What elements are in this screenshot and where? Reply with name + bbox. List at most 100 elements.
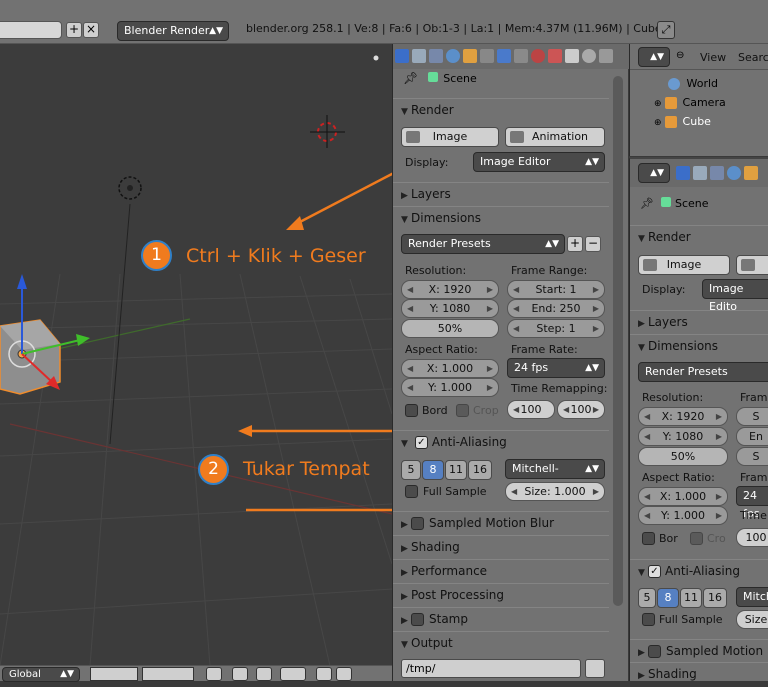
motion-blur-panel-header-2[interactable]: ▶ Sampled Motion B: [630, 639, 768, 661]
motion-blur-checkbox-2[interactable]: [648, 645, 661, 658]
full-sample-checkbox[interactable]: [405, 485, 418, 498]
render-animation-button-2[interactable]: [736, 255, 768, 275]
pivot-icon[interactable]: [280, 667, 306, 681]
aspect-x-field-2[interactable]: ◀ X: 1.000 ▶: [638, 487, 728, 506]
aa-samples-11[interactable]: 11: [445, 460, 467, 480]
outliner-item-camera[interactable]: ⊕ Camera: [654, 96, 726, 109]
aa-samples-16-2[interactable]: 16: [703, 588, 727, 608]
extra-tab-icon[interactable]: [599, 49, 613, 63]
aa-samples-16[interactable]: 16: [468, 460, 492, 480]
render-presets-dropdown[interactable]: Render Presets ▲▼: [401, 234, 565, 254]
render-panel-header-2[interactable]: ▼ Render: [630, 225, 768, 247]
editor-type-dropdown-2[interactable]: ▲▼: [638, 163, 670, 183]
pin-icon[interactable]: 📌︎: [403, 71, 418, 85]
world-tab-icon[interactable]: [446, 49, 460, 63]
anti-aliasing-panel-header[interactable]: ▼ ✓ Anti-Aliasing: [393, 430, 609, 452]
proportional-edit-icon[interactable]: [256, 667, 272, 681]
editor-type-dropdown[interactable]: ▲▼: [638, 47, 670, 67]
render-layers-tab-icon[interactable]: [693, 166, 707, 180]
output-panel-header[interactable]: ▼ Output: [393, 631, 609, 653]
texture-tab-icon[interactable]: [548, 49, 562, 63]
aspect-y-field[interactable]: ◀ Y: 1.000 ▶: [401, 378, 499, 397]
remap-field-2[interactable]: 100: [736, 528, 768, 547]
layers-grid-icon-2[interactable]: [142, 667, 194, 681]
dimensions-panel-header-2[interactable]: ▼ Dimensions: [630, 334, 768, 356]
display-dropdown[interactable]: Image Editor ▲▼: [473, 152, 605, 172]
aa-samples-5[interactable]: 5: [401, 460, 421, 480]
add-preset-button[interactable]: +: [567, 236, 583, 252]
render-presets-dropdown-2[interactable]: Render Presets: [638, 362, 768, 382]
display-dropdown-2[interactable]: Image Edito: [702, 279, 768, 313]
add-scene-button[interactable]: +: [66, 22, 82, 38]
physics-tab-icon[interactable]: [582, 49, 596, 63]
transform-orientation-dropdown[interactable]: Global ▲▼: [2, 667, 80, 682]
stamp-panel-header[interactable]: ▶ Stamp: [393, 607, 609, 629]
aa-samples-8[interactable]: 8: [422, 460, 444, 480]
fullscreen-icon[interactable]: ⤢: [657, 21, 675, 39]
view-menu[interactable]: View: [700, 51, 726, 64]
aa-samples-8-2[interactable]: 8: [657, 588, 679, 608]
material-tab-icon[interactable]: [531, 49, 545, 63]
crop-checkbox[interactable]: [456, 404, 469, 417]
aa-samples-5-2[interactable]: 5: [638, 588, 656, 608]
motion-blur-panel-header[interactable]: ▶ Sampled Motion Blur: [393, 511, 609, 533]
render-panel-header[interactable]: ▼ Render: [393, 98, 609, 120]
render-icon[interactable]: [206, 667, 222, 681]
stamp-checkbox[interactable]: [411, 613, 424, 626]
expand-plus-icon[interactable]: ⊕: [654, 99, 662, 109]
render-tab-icon[interactable]: [676, 166, 690, 180]
collapse-menu-icon[interactable]: ⊖: [676, 50, 684, 61]
world-tab-icon[interactable]: [727, 166, 741, 180]
anti-aliasing-panel-header-2[interactable]: ▼ ✓ Anti-Aliasing: [630, 559, 768, 581]
delete-scene-button[interactable]: ×: [83, 22, 99, 38]
snap-icon[interactable]: [232, 667, 248, 681]
aa-size-field-2[interactable]: Size: [736, 610, 768, 629]
border-checkbox-2[interactable]: [642, 532, 655, 545]
render-engine-dropdown[interactable]: Blender Render ▲▼: [117, 21, 229, 41]
resolution-x-field[interactable]: ◀ X: 1920 ▶: [401, 280, 499, 299]
layers-panel-header-2[interactable]: ▶ Layers: [630, 310, 768, 332]
motion-blur-checkbox[interactable]: [411, 517, 424, 530]
data-tab-icon[interactable]: [514, 49, 528, 63]
properties-scrollbar[interactable]: [613, 76, 623, 606]
frame-end-field[interactable]: ◀ End: 250 ▶: [507, 299, 605, 318]
aspect-x-field[interactable]: ◀ X: 1.000 ▶: [401, 359, 499, 378]
search-menu[interactable]: Searc: [738, 51, 768, 64]
scene-name-field[interactable]: [0, 21, 62, 39]
remap-old-field[interactable]: ◀ 100: [507, 400, 555, 419]
performance-panel-header[interactable]: ▶ Performance: [393, 559, 609, 581]
frame-step-field[interactable]: ◀ Step: 1 ▶: [507, 319, 605, 338]
remap-new-field[interactable]: ◀ 100 ▶: [557, 400, 605, 419]
particles-tab-icon[interactable]: [565, 49, 579, 63]
expand-plus-icon[interactable]: ⊕: [654, 118, 662, 128]
anti-aliasing-checkbox-2[interactable]: ✓: [648, 565, 661, 578]
modifiers-tab-icon[interactable]: [497, 49, 511, 63]
aa-filter-dropdown-2[interactable]: Mitch: [736, 587, 768, 607]
layers-grid-icon[interactable]: [90, 667, 138, 681]
border-checkbox[interactable]: [405, 404, 418, 417]
crop-checkbox-2[interactable]: [690, 532, 703, 545]
post-processing-panel-header[interactable]: ▶ Post Processing: [393, 583, 609, 605]
aa-size-field[interactable]: ◀ Size: 1.000 ▶: [505, 482, 605, 501]
frame-step-field-2[interactable]: S: [736, 447, 768, 466]
aa-samples-11-2[interactable]: 11: [680, 588, 702, 608]
render-image-button[interactable]: Image: [401, 127, 499, 147]
3d-viewport[interactable]: 1 Ctrl + Klik + Geser 2 Tukar Tempat: [0, 44, 392, 666]
full-sample-checkbox-2[interactable]: [642, 613, 655, 626]
aspect-y-field-2[interactable]: ◀ Y: 1.000 ▶: [638, 506, 728, 525]
constraints-tab-icon[interactable]: [480, 49, 494, 63]
aa-filter-dropdown[interactable]: Mitchell-Netra ▲▼: [505, 459, 605, 493]
render-layers-tab-icon[interactable]: [412, 49, 426, 63]
anti-aliasing-checkbox[interactable]: ✓: [414, 436, 428, 449]
outliner-item-world[interactable]: World: [668, 77, 718, 90]
frame-start-field[interactable]: ◀ Start: 1 ▶: [507, 280, 605, 299]
render-animation-button[interactable]: Animation: [505, 127, 605, 147]
render-image-button-2[interactable]: Image: [638, 255, 730, 275]
frame-end-field-2[interactable]: En: [736, 427, 768, 446]
output-path-field[interactable]: /tmp/: [401, 659, 581, 678]
object-tab-icon[interactable]: [744, 166, 758, 180]
render-tab-icon[interactable]: [395, 49, 409, 63]
frame-rate-dropdown[interactable]: 24 fps ▲▼: [507, 358, 605, 378]
resolution-x-field-2[interactable]: ◀ X: 1920 ▶: [638, 407, 728, 426]
scene-tab-icon[interactable]: [429, 49, 443, 63]
